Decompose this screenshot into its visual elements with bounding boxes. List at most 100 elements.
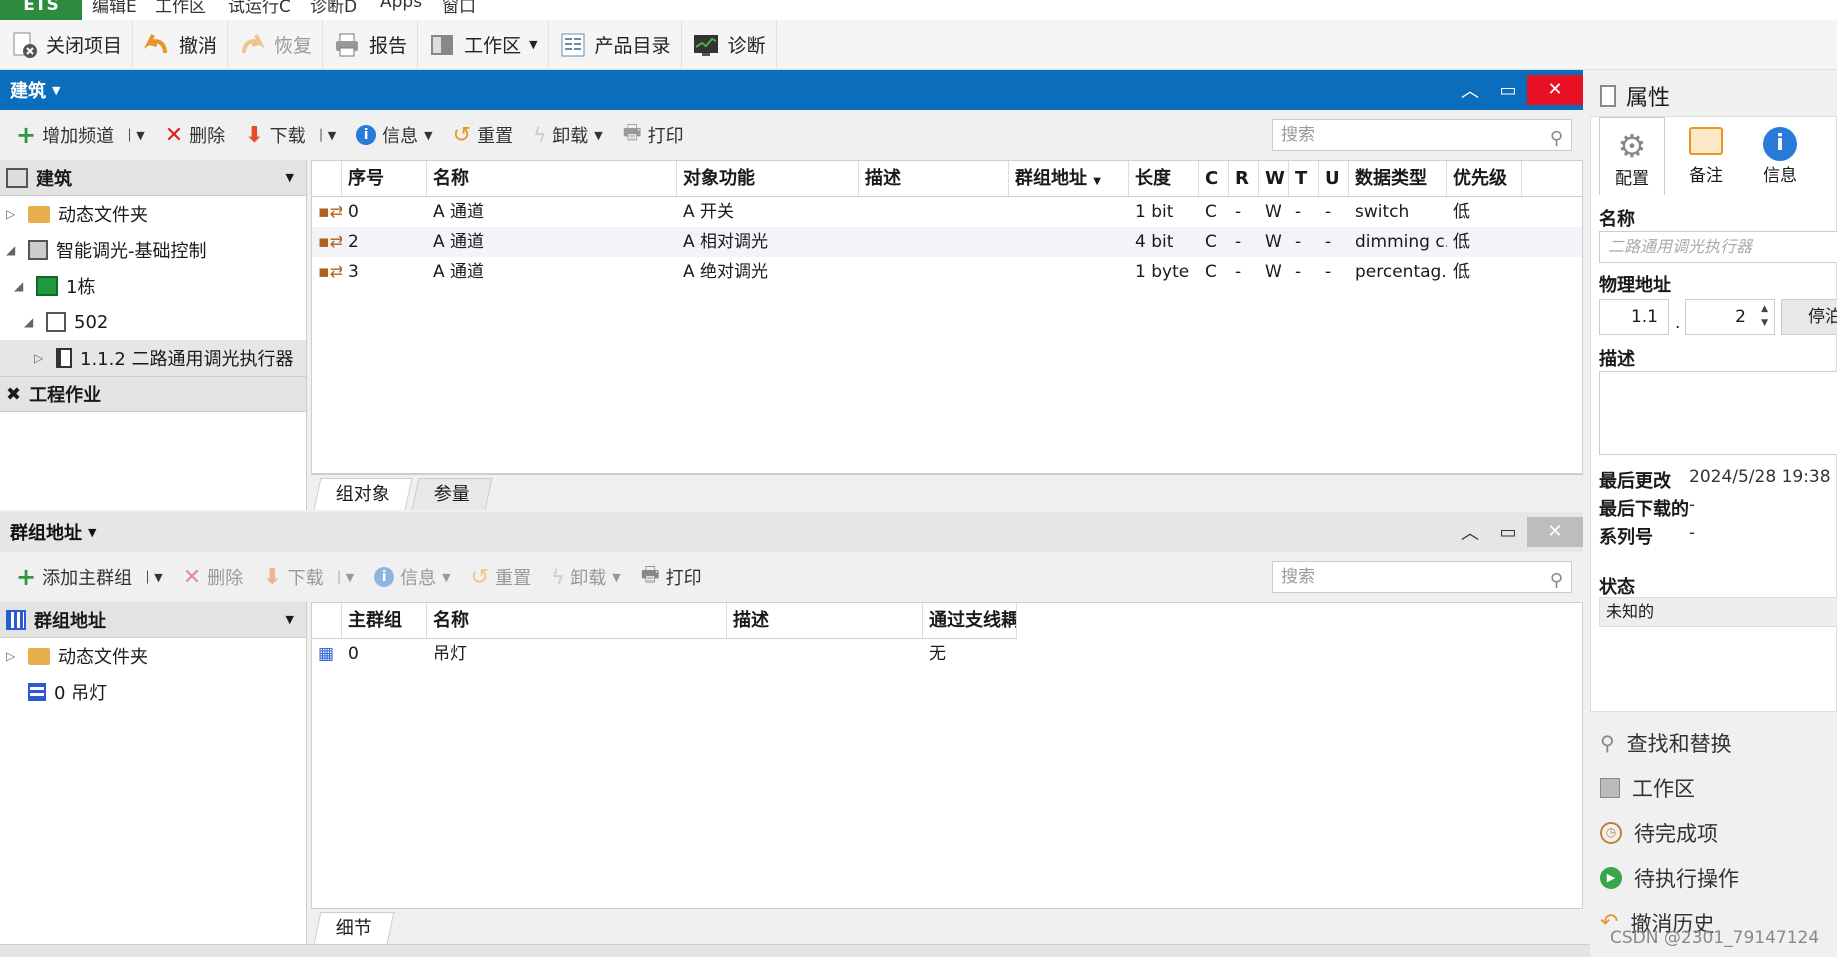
unload-button[interactable]: ϟ 卸载 ▼	[541, 564, 631, 590]
menu-apps[interactable]: Apps	[380, 0, 422, 12]
menu-workspace[interactable]: 工作区	[155, 0, 206, 17]
delete-button[interactable]: ✕ 删除	[173, 564, 253, 590]
spin-arrows-icon[interactable]: ▲ ▼	[1761, 302, 1768, 330]
close-project-button[interactable]: 关闭项目	[0, 19, 134, 70]
menu-commissioning[interactable]: 试运行C	[228, 0, 291, 17]
print-button[interactable]: 🖶 打印	[613, 118, 694, 152]
maximize-icon[interactable]: ▭	[1489, 80, 1527, 101]
expand-arrow-icon[interactable]: ▷	[34, 351, 48, 365]
close-icon[interactable]: ✕	[1527, 75, 1583, 105]
menu-edit[interactable]: 编辑E	[92, 0, 137, 17]
todo-link[interactable]: ◷ 待完成项	[1590, 810, 1837, 855]
info-button[interactable]: i 信息 ▼	[346, 122, 442, 148]
tree-item-project[interactable]: ◢ 智能调光-基础控制	[0, 232, 306, 268]
project-work-section[interactable]: ✖ 工程作业	[0, 376, 306, 412]
download-button[interactable]: ⬇ 下载 │ ▼	[235, 122, 346, 148]
add-channel-button[interactable]: + 增加频道 │ ▼	[6, 121, 155, 149]
unload-button[interactable]: ϟ 卸载 ▼	[523, 122, 613, 148]
collapse-arrow-icon[interactable]: ◢	[24, 315, 38, 329]
col-w[interactable]: W	[1259, 161, 1289, 196]
group-tree-header[interactable]: 群组地址 ▼	[0, 602, 306, 638]
building-tree-header[interactable]: 建筑 ▼	[0, 160, 306, 196]
search-icon[interactable]: ⚲	[1550, 566, 1563, 596]
menu-diagnostics[interactable]: 诊断D	[310, 0, 357, 17]
device-name-input[interactable]: 二路通用调光执行器	[1599, 231, 1837, 263]
print-button[interactable]: 🖶 打印	[631, 560, 712, 594]
tab-config[interactable]: ⚙ 配置	[1599, 117, 1665, 195]
panel-title[interactable]: 群组地址	[10, 519, 82, 545]
col-r[interactable]: R	[1229, 161, 1259, 196]
close-icon[interactable]: ✕	[1527, 517, 1583, 547]
col-priority[interactable]: 优先级	[1447, 161, 1522, 196]
tab-notes[interactable]: 备注	[1673, 117, 1739, 195]
group-search-input[interactable]: 搜索 ⚲	[1272, 561, 1572, 593]
collapse-icon[interactable]: ︿	[1451, 77, 1489, 103]
reset-button[interactable]: ↺ 重置	[443, 122, 523, 148]
col-group-address[interactable]: 群组地址 ▼	[1009, 161, 1129, 196]
chevron-down-icon[interactable]: │ ▼	[126, 129, 145, 142]
table-row[interactable]: ▪⇄ 2 A 通道 A 相对调光 4 bit C - W - - dimming…	[312, 227, 1582, 257]
col-function[interactable]: 对象功能	[677, 161, 859, 196]
delete-button[interactable]: ✕ 删除	[155, 122, 235, 148]
tree-item-building-1[interactable]: ◢ 1栋	[0, 268, 306, 304]
park-button[interactable]: 停泊	[1781, 299, 1837, 335]
tree-item-room-502[interactable]: ◢ 502	[0, 304, 306, 340]
chevron-down-icon[interactable]: │ ▼	[318, 129, 337, 142]
add-main-group-button[interactable]: + 添加主群组 │ ▼	[6, 563, 173, 591]
chevron-down-icon[interactable]: │ ▼	[144, 571, 163, 584]
col-datatype[interactable]: 数据类型	[1349, 161, 1447, 196]
tree-item-dynamic-folder[interactable]: ▷ 动态文件夹	[0, 638, 306, 674]
collapse-arrow-icon[interactable]: ◢	[6, 243, 20, 257]
report-button[interactable]: 报告	[323, 19, 419, 70]
col-t[interactable]: T	[1289, 161, 1319, 196]
tab-parameters[interactable]: 参量	[411, 478, 493, 510]
find-replace-link[interactable]: ⚲ 查找和替换	[1590, 720, 1837, 765]
col-description[interactable]: 描述	[727, 603, 923, 638]
expand-arrow-icon[interactable]: ▷	[6, 207, 20, 221]
col-length[interactable]: 长度	[1129, 161, 1199, 196]
diagnostics-button[interactable]: 诊断	[682, 19, 777, 70]
menu-window[interactable]: 窗口	[442, 0, 476, 17]
col-description[interactable]: 描述	[859, 161, 1009, 196]
table-row[interactable]: ▪⇄ 3 A 通道 A 绝对调光 1 byte C - W - - percen…	[312, 257, 1582, 287]
chevron-down-icon[interactable]: ▼	[52, 84, 60, 97]
expand-arrow-icon[interactable]: ▷	[6, 649, 20, 663]
undo-button[interactable]: 撤消	[133, 19, 229, 70]
tab-details[interactable]: 细节	[313, 912, 395, 944]
tree-item-main-group[interactable]: 0 吊灯	[0, 674, 306, 710]
phys-addr-stepper[interactable]: 2 ▲ ▼	[1685, 299, 1775, 335]
tree-item-device[interactable]: ▷ 1.1.2 二路通用调光执行器	[0, 340, 306, 376]
table-row[interactable]: ▦ 0 吊灯 无	[312, 639, 1582, 669]
tab-group-objects[interactable]: 组对象	[313, 478, 413, 510]
chevron-down-icon[interactable]: │ ▼	[336, 571, 355, 584]
chevron-down-icon[interactable]: ▼	[88, 526, 96, 539]
col-main-group[interactable]: 主群组	[342, 603, 427, 638]
search-icon[interactable]: ⚲	[1550, 124, 1563, 154]
description-textarea[interactable]	[1599, 371, 1837, 455]
col-c[interactable]: C	[1199, 161, 1229, 196]
building-search-input[interactable]: 搜索 ⚲	[1272, 119, 1572, 151]
reset-button[interactable]: ↺ 重置	[461, 564, 541, 590]
chevron-down-icon[interactable]: ▼	[286, 171, 294, 184]
download-button[interactable]: ⬇ 下载 │ ▼	[253, 564, 364, 590]
chevron-down-icon[interactable]: ▼	[286, 613, 294, 626]
maximize-icon[interactable]: ▭	[1489, 522, 1527, 543]
table-row[interactable]: ▪⇄ 0 A 通道 A 开关 1 bit C - W - - switch 低	[312, 197, 1582, 227]
col-name[interactable]: 名称	[427, 161, 677, 196]
pending-operations-link[interactable]: ▶ 待执行操作	[1590, 855, 1837, 900]
workspace-button[interactable]: 工作区 ▼	[418, 19, 549, 70]
col-number[interactable]: 序号	[342, 161, 427, 196]
tab-info[interactable]: i 信息	[1747, 117, 1813, 195]
redo-button[interactable]: 恢复	[228, 19, 324, 70]
info-button[interactable]: i 信息 ▼	[364, 564, 460, 590]
col-pass-through[interactable]: 通过支线耦	[923, 603, 1017, 638]
ets-app-tab[interactable]: ETS	[0, 0, 82, 20]
catalog-button[interactable]: 产品目录	[549, 19, 682, 70]
col-name[interactable]: 名称	[427, 603, 727, 638]
tree-item-dynamic-folder[interactable]: ▷ 动态文件夹	[0, 196, 306, 232]
workspace-link[interactable]: 工作区	[1590, 765, 1837, 810]
col-u[interactable]: U	[1319, 161, 1349, 196]
collapse-icon[interactable]: ︿	[1451, 519, 1489, 545]
panel-title[interactable]: 建筑	[10, 77, 46, 103]
collapse-arrow-icon[interactable]: ◢	[14, 279, 28, 293]
